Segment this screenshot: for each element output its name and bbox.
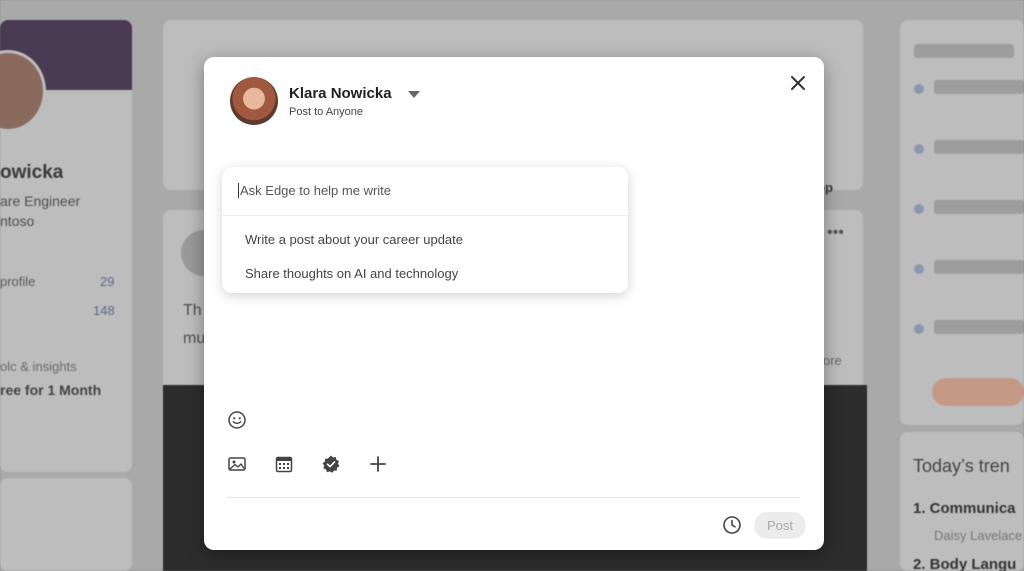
trending-item-2: 2. Body Langu xyxy=(913,556,1017,571)
news-bullet xyxy=(914,324,924,334)
news-line xyxy=(934,140,1024,154)
news-bullet xyxy=(914,84,924,94)
see-more-link: ore xyxy=(823,353,842,368)
news-card xyxy=(900,20,1024,425)
calendar-icon[interactable] xyxy=(274,454,294,474)
divider xyxy=(222,215,628,216)
news-line xyxy=(934,260,1024,274)
trending-item-1: 1. Communica xyxy=(913,500,1016,517)
promo-button xyxy=(932,378,1024,406)
post-impressions-count: 148 xyxy=(93,303,115,318)
author-name: Klara Nowicka xyxy=(289,84,392,102)
badge-icon[interactable] xyxy=(321,454,341,474)
profile-card: owicka are Engineer ntoso profile 29 148… xyxy=(0,20,132,472)
news-bullet xyxy=(914,264,924,274)
profile-company: ntoso xyxy=(0,213,35,229)
plus-icon[interactable] xyxy=(368,454,388,474)
suggestion-career-update[interactable]: Write a post about your career update xyxy=(245,232,463,247)
chevron-down-icon[interactable] xyxy=(407,90,420,98)
profile-viewers-count: 29 xyxy=(100,274,115,289)
feed-text-line2: mu xyxy=(183,330,206,347)
more-options-icon: ••• xyxy=(827,224,844,241)
author-selector[interactable]: Klara Nowicka Post to Anyone xyxy=(230,77,420,125)
close-icon[interactable] xyxy=(786,71,810,95)
edge-prompt-input[interactable] xyxy=(238,183,608,198)
suggestion-ai-technology[interactable]: Share thoughts on AI and technology xyxy=(245,266,458,281)
trending-item-1-author: Daisy Lavelace xyxy=(934,528,1023,543)
profile-viewers-label: profile xyxy=(0,274,36,289)
clock-icon[interactable] xyxy=(722,515,742,535)
left-card-secondary xyxy=(0,478,132,571)
profile-title: are Engineer xyxy=(0,193,81,209)
news-heading xyxy=(914,44,1014,58)
edge-writing-assistant: Write a post about your career update Sh… xyxy=(222,167,628,293)
feed-text-line1: Th xyxy=(183,302,202,319)
news-line xyxy=(934,320,1024,334)
avatar xyxy=(230,77,278,125)
trending-heading: Today’s tren xyxy=(913,456,1010,476)
news-line xyxy=(934,200,1024,214)
trending-card: Today’s tren 1. Communica Daisy Lavelace… xyxy=(900,432,1024,571)
news-bullet xyxy=(914,144,924,154)
premium-offer: ree for 1 Month xyxy=(0,382,102,398)
create-post-dialog: Klara Nowicka Post to Anyone Write a pos… xyxy=(204,57,824,550)
toolbar-divider xyxy=(226,497,800,498)
premium-label: olc & insights xyxy=(0,359,77,374)
image-icon[interactable] xyxy=(227,454,247,474)
post-button[interactable]: Post xyxy=(754,512,806,539)
profile-name: owicka xyxy=(0,162,64,183)
audience-label: Post to Anyone xyxy=(289,105,363,118)
emoji-icon[interactable] xyxy=(227,410,247,430)
news-line xyxy=(934,80,1024,94)
news-bullet xyxy=(914,204,924,214)
